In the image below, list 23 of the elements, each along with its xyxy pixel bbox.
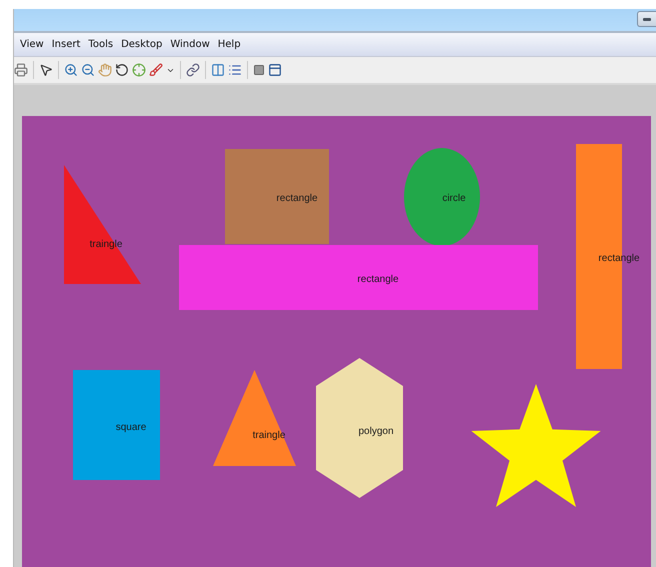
brush-icon[interactable] [149, 63, 163, 77]
print-icon[interactable] [14, 63, 28, 77]
zoom-in-icon[interactable] [64, 63, 78, 77]
shape-label: rectangle [598, 253, 640, 264]
zoom-out-icon[interactable] [81, 63, 95, 77]
shape-label: square [116, 422, 146, 433]
rotate-icon[interactable] [115, 63, 129, 77]
minimize-button[interactable] [637, 11, 656, 27]
menu-item[interactable]: Window [168, 39, 216, 50]
shape-label: polygon [358, 426, 394, 437]
window-icon[interactable] [268, 63, 282, 77]
link-icon[interactable] [186, 63, 200, 77]
shape-label: traingle [252, 430, 286, 441]
shape-label: rectangle [357, 274, 399, 285]
shape-label: circle [442, 193, 466, 204]
menu-item[interactable]: Help [216, 39, 247, 50]
menu-item[interactable]: Desktop [119, 39, 168, 50]
menu-item[interactable]: Insert [50, 39, 86, 50]
pointer-icon[interactable] [39, 63, 53, 77]
menu-item[interactable]: Tools [86, 39, 120, 50]
square-icon[interactable] [253, 64, 265, 76]
menu-item[interactable]: View [18, 39, 50, 50]
shape-label: rectangle [276, 193, 318, 204]
